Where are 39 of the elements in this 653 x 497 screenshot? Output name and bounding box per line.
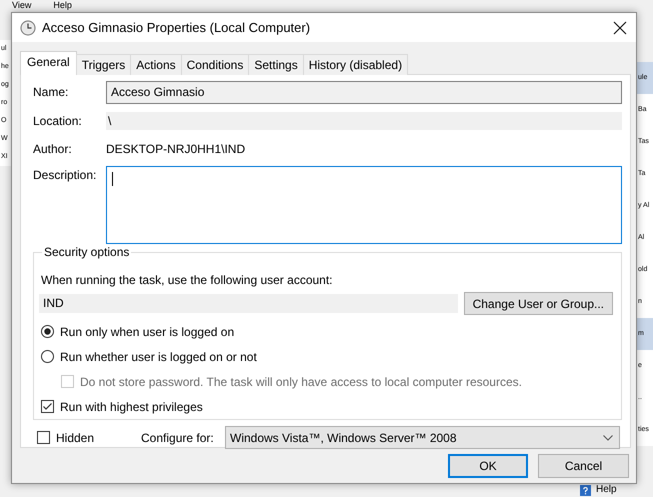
window-title: Acceso Gimnasio Properties (Local Computer) bbox=[42, 20, 312, 35]
account-field: IND bbox=[39, 294, 458, 313]
option-label: Run whether user is logged on or not bbox=[60, 350, 257, 364]
option-label: Run with highest privileges bbox=[60, 400, 203, 414]
menu-item[interactable]: View bbox=[12, 0, 32, 11]
option-label: Do not store password. The task will only have access to local computer resources. bbox=[80, 374, 522, 388]
tab[interactable]: Settings bbox=[248, 54, 304, 75]
description-field[interactable] bbox=[106, 166, 622, 244]
author-value: DESKTOP-NRJ0HH1\IND bbox=[106, 141, 246, 158]
close-icon[interactable] bbox=[612, 20, 628, 36]
tab[interactable]: General bbox=[20, 51, 77, 75]
radio-button[interactable] bbox=[41, 350, 54, 363]
option-label: Run only when user is logged on bbox=[60, 324, 234, 338]
field-label: Location: bbox=[33, 113, 83, 130]
name-field[interactable]: Acceso Gimnasio bbox=[106, 81, 622, 104]
text-cursor bbox=[112, 172, 113, 186]
location-field: \ bbox=[106, 112, 622, 130]
tab[interactable]: Actions bbox=[130, 54, 182, 75]
menu-item[interactable]: Help bbox=[53, 0, 72, 11]
help-icon bbox=[580, 485, 591, 496]
dialog-button[interactable]: Cancel bbox=[538, 454, 629, 478]
radio-button[interactable] bbox=[41, 325, 54, 338]
hidden-label: Hidden bbox=[56, 430, 94, 444]
field-label: Author: bbox=[33, 141, 73, 158]
field-label: Name: bbox=[33, 84, 70, 101]
clock-icon bbox=[20, 20, 36, 36]
tab[interactable]: History (disabled) bbox=[302, 54, 408, 75]
field-label: Description: bbox=[33, 167, 98, 184]
change-user-button[interactable]: Change User or Group... bbox=[464, 292, 613, 315]
chevron-icon bbox=[603, 434, 613, 440]
dialog-button[interactable]: OK bbox=[448, 454, 528, 478]
tab[interactable]: Conditions bbox=[180, 54, 250, 75]
checkbox[interactable] bbox=[41, 400, 54, 413]
checkbox[interactable] bbox=[37, 431, 50, 444]
account-prompt: When running the task, use the following user account: bbox=[41, 272, 334, 289]
configure-dropdown[interactable]: Windows Vista™, Windows Server™ 2008 bbox=[225, 426, 620, 449]
configure-label: Configure for: bbox=[141, 430, 215, 444]
group-title: Security options bbox=[42, 245, 132, 259]
tab[interactable]: Triggers bbox=[76, 54, 132, 75]
